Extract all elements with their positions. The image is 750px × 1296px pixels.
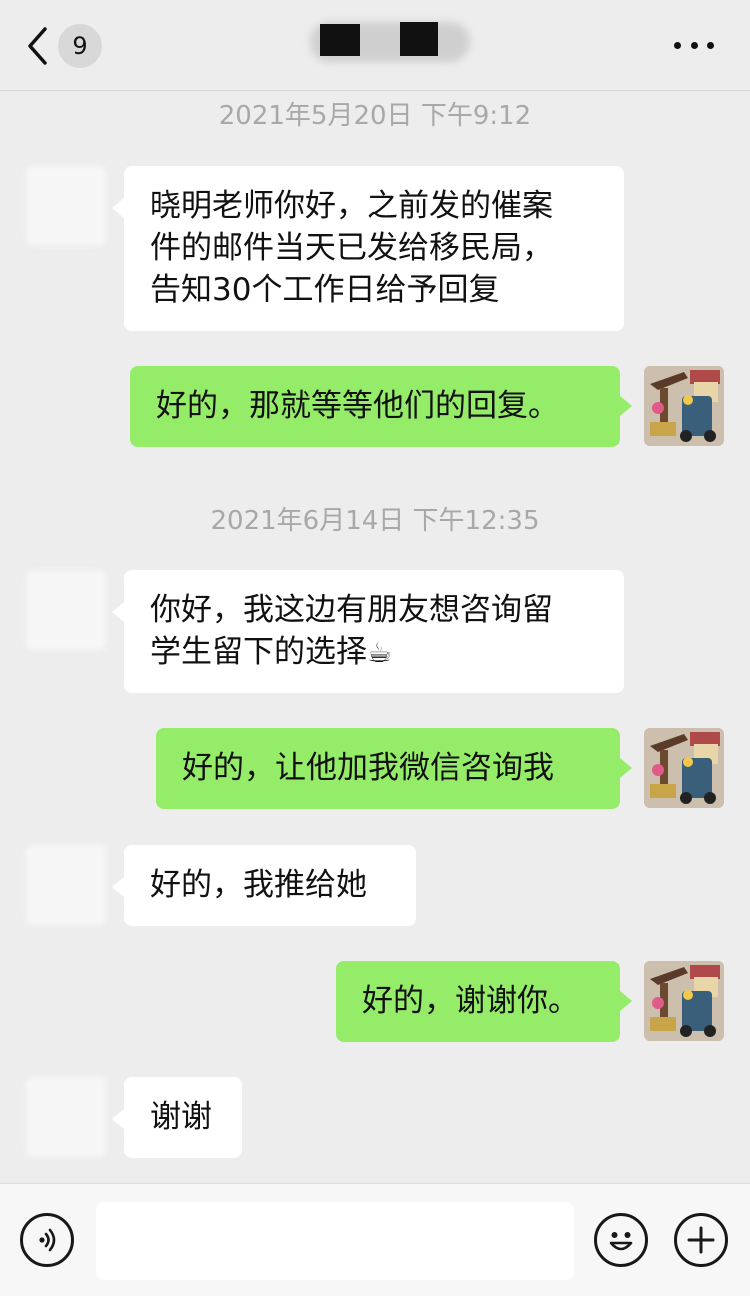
coffee-emoji-icon: ☕	[367, 636, 393, 669]
message-input[interactable]	[96, 1202, 574, 1280]
back-button[interactable]: 9	[26, 22, 126, 70]
plus-icon	[687, 1226, 715, 1254]
input-bar	[0, 1183, 750, 1296]
contact-avatar[interactable]	[26, 845, 106, 925]
message-bubble-incoming[interactable]: 晓明老师你好，之前发的催案 件的邮件当天已发给移民局， 告知30个工作日给予回复	[112, 166, 624, 331]
more-options-button[interactable]	[674, 40, 714, 50]
user-avatar[interactable]	[644, 728, 724, 808]
chevron-left-icon	[26, 26, 48, 66]
voice-button[interactable]	[20, 1213, 74, 1267]
timestamp: 2021年6月14日 下午12:35	[210, 506, 540, 536]
contact-avatar[interactable]	[26, 570, 106, 650]
voice-icon	[39, 1228, 56, 1252]
contact-avatar[interactable]	[26, 1077, 106, 1157]
message-bubble-incoming[interactable]: 谢谢	[112, 1077, 242, 1158]
lego-photo-icon	[644, 728, 724, 808]
emoji-icon	[609, 1232, 633, 1251]
unread-count-badge: 9	[58, 24, 102, 68]
user-avatar[interactable]	[644, 366, 724, 446]
message-bubble-outgoing[interactable]: 好的，那就等等他们的回复。	[130, 366, 632, 447]
contact-avatar[interactable]	[26, 166, 106, 246]
message-bubble-outgoing[interactable]: 好的，谢谢你。	[336, 961, 632, 1042]
chat-title-redacted	[310, 20, 480, 64]
user-avatar[interactable]	[644, 961, 724, 1041]
lego-photo-icon	[644, 366, 724, 446]
emoji-button[interactable]	[594, 1213, 648, 1267]
message-bubble-outgoing[interactable]: 好的，让他加我微信咨询我	[156, 728, 632, 809]
message-bubble-incoming[interactable]: 你好，我这边有朋友想咨询留 学生留下的选择☕	[112, 570, 624, 693]
add-button[interactable]	[674, 1213, 728, 1267]
message-bubble-incoming[interactable]: 好的，我推给她	[112, 845, 416, 926]
chat-header: 9	[0, 0, 750, 91]
lego-photo-icon	[644, 961, 724, 1041]
timestamp: 2021年5月20日 下午9:12	[218, 101, 532, 131]
